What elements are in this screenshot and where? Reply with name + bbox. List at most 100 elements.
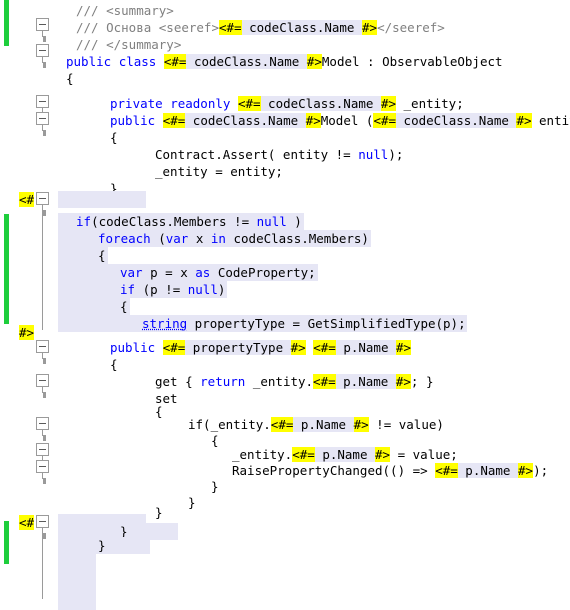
t4-expression: propertyType bbox=[185, 340, 290, 355]
code-token: } bbox=[155, 505, 163, 520]
code-token: _entity. bbox=[232, 447, 292, 462]
t4-tag-delimiter: <#= bbox=[164, 54, 187, 69]
keyword-token: string bbox=[142, 316, 187, 331]
keyword-token: foreach bbox=[98, 231, 158, 246]
keyword-token: null bbox=[188, 282, 218, 297]
code-token: != value) bbox=[369, 417, 444, 432]
line-if-p-not-null[interactable]: if (p != null) bbox=[120, 281, 225, 298]
line-template-block-open[interactable]: <# bbox=[19, 191, 34, 208]
keyword-token: as bbox=[195, 265, 210, 280]
fold-marker-summary-comment[interactable] bbox=[36, 18, 49, 31]
code-token: p = x bbox=[143, 265, 196, 280]
line-contract-assert[interactable]: Contract.Assert( entity != null); bbox=[155, 146, 403, 163]
code-token: { bbox=[98, 248, 106, 263]
code-token: ); bbox=[388, 147, 403, 162]
keyword-token: if bbox=[120, 282, 135, 297]
keyword-token: if bbox=[76, 214, 91, 229]
code-token: { bbox=[120, 299, 128, 314]
keyword-token: public bbox=[110, 113, 163, 128]
t4-expression: p.Name bbox=[293, 417, 353, 432]
line-string-propertytype[interactable]: string propertyType = GetSimplifiedType(… bbox=[142, 315, 466, 332]
line-template-block-close-inline[interactable]: #> bbox=[19, 324, 34, 341]
line-var-p-as-codeproperty[interactable]: var p = x as CodeProperty; bbox=[120, 264, 316, 281]
fold-marker-if-value-changed[interactable] bbox=[36, 417, 49, 430]
code-token: CodeProperty; bbox=[210, 265, 315, 280]
code-token: { bbox=[110, 357, 118, 372]
t4-expression: p.Name bbox=[315, 447, 375, 462]
t4-expression: codeClass.Name bbox=[396, 113, 516, 128]
line-summary-osnova[interactable]: /// Основа <seeref><#= codeClass.Name #>… bbox=[76, 19, 445, 36]
line-if-value-changed[interactable]: if(_entity.<#= p.Name #> != value) bbox=[188, 416, 444, 433]
t4-tag-delimiter: #> bbox=[518, 463, 533, 478]
fold-marker-getter[interactable] bbox=[36, 374, 49, 387]
fold-marker-private-field[interactable] bbox=[36, 95, 49, 108]
line-outer-close-brace[interactable]: } bbox=[98, 537, 106, 554]
fold-marker-property-declaration[interactable] bbox=[36, 340, 49, 353]
code-token: entity) bbox=[532, 113, 570, 128]
line-private-field[interactable]: private readonly <#= codeClass.Name #> _… bbox=[110, 95, 464, 112]
line-foreach-members[interactable]: foreach (var x in codeClass.Members) bbox=[98, 230, 369, 247]
line-property-close-brace[interactable]: } bbox=[155, 504, 163, 521]
code-token: ; } bbox=[411, 374, 434, 389]
code-token: { bbox=[110, 130, 118, 145]
line-template-block-open-highlight-band bbox=[58, 191, 146, 208]
code-token: get { bbox=[155, 374, 200, 389]
xml-doc-comment: /// Основа <seeref> bbox=[76, 20, 219, 35]
line-property-open-brace[interactable]: { bbox=[110, 356, 118, 373]
code-token: ) bbox=[218, 282, 226, 297]
code-token: x bbox=[188, 231, 211, 246]
code-token: (codeClass.Members != bbox=[91, 214, 257, 229]
t4-tag-delimiter: #> bbox=[516, 113, 531, 128]
line-setter-open-brace[interactable]: { bbox=[155, 403, 163, 420]
fold-marker-raise-property[interactable] bbox=[36, 460, 49, 473]
change-bar-middle bbox=[4, 214, 9, 324]
t4-tag-delimiter: <#= bbox=[313, 374, 336, 389]
line-constructor-open-brace[interactable]: { bbox=[110, 129, 118, 146]
line-trailing-blank-4-highlight-band bbox=[58, 593, 96, 610]
line-class-open-brace[interactable]: { bbox=[66, 70, 74, 87]
t4-tag-delimiter: #> bbox=[306, 113, 321, 128]
code-token: { bbox=[155, 404, 163, 419]
line-public-property[interactable]: public <#= propertyType #> <#= p.Name #> bbox=[110, 339, 411, 356]
line-raise-property-changed[interactable]: RaisePropertyChanged(() => <#= p.Name #>… bbox=[232, 462, 548, 479]
t4-tag-delimiter: #> bbox=[307, 54, 322, 69]
t4-expression: codeClass.Name bbox=[186, 54, 306, 69]
line-summary-close[interactable]: /// </summary> bbox=[76, 36, 181, 53]
xml-doc-comment: /// </summary> bbox=[76, 37, 181, 52]
code-token: (p != bbox=[135, 282, 188, 297]
line-if-value-open-brace[interactable]: { bbox=[211, 432, 219, 449]
line-setter-close-brace[interactable]: } bbox=[188, 494, 196, 511]
keyword-token: in bbox=[211, 231, 226, 246]
fold-marker-setter-assign[interactable] bbox=[36, 443, 49, 456]
line-constructor[interactable]: public <#= codeClass.Name #>Model (<#= c… bbox=[110, 112, 570, 129]
line-foreach-open-brace[interactable]: { bbox=[98, 247, 106, 264]
fold-marker-template-block-open[interactable] bbox=[36, 192, 49, 205]
line-entity-set-value[interactable]: _entity.<#= p.Name #> = value; bbox=[232, 446, 458, 463]
line-template-block-close-open[interactable]: <# bbox=[19, 514, 34, 531]
t4-tag-delimiter: #> bbox=[375, 447, 390, 462]
line-summary-open[interactable]: /// <summary> bbox=[76, 2, 174, 19]
t4-expression: p.Name bbox=[458, 463, 518, 478]
fold-marker-class-declaration[interactable] bbox=[36, 44, 49, 57]
t4-expression: p.Name bbox=[336, 374, 396, 389]
t4-tag-delimiter: #> bbox=[381, 96, 396, 111]
keyword-token: var bbox=[166, 231, 189, 246]
code-editor-surface[interactable]: /// <summary>/// Основа <seeref><#= code… bbox=[0, 0, 570, 599]
fold-marker-template-block-close[interactable] bbox=[36, 515, 49, 528]
t4-expression: codeClass.Name bbox=[185, 113, 305, 128]
code-token: _entity; bbox=[396, 96, 464, 111]
code-token: ( bbox=[158, 231, 166, 246]
line-if-members-not-null[interactable]: if(codeClass.Members != null ) bbox=[76, 213, 302, 230]
t4-expression: codeClass.Name bbox=[261, 96, 381, 111]
t4-tag-delimiter: #> bbox=[396, 340, 411, 355]
fold-marker-constructor[interactable] bbox=[36, 112, 49, 125]
t4-tag-delimiter: #> bbox=[354, 417, 369, 432]
line-if-p-open-brace[interactable]: { bbox=[120, 298, 128, 315]
keyword-token: public bbox=[66, 54, 119, 69]
line-entity-assign[interactable]: _entity = entity; bbox=[155, 163, 283, 180]
line-getter[interactable]: get { return _entity.<#= p.Name #>; } bbox=[155, 373, 433, 390]
t4-tag-delimiter: #> bbox=[291, 340, 306, 355]
line-class-declaration[interactable]: public class <#= codeClass.Name #>Model … bbox=[66, 53, 503, 70]
line-if-value-close-brace[interactable]: } bbox=[211, 478, 219, 495]
t4-tag-delimiter: #> bbox=[362, 20, 377, 35]
